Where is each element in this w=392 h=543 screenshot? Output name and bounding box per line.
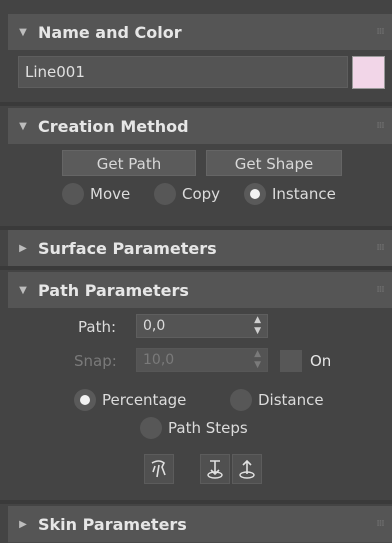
distance-radio[interactable]: Distance (230, 388, 324, 412)
snap-on-label: On (310, 352, 332, 370)
rollout-header-creation-method[interactable]: ▼ Creation Method ⁞⁞⁞ (8, 108, 392, 145)
percentage-label: Percentage (102, 391, 187, 409)
rollout-header-path-parameters[interactable]: ▼ Path Parameters ⁞⁞⁞ (8, 272, 392, 309)
snap-value: 10,0 (143, 352, 175, 368)
drag-grip-icon[interactable]: ⁞⁞⁞ (368, 519, 392, 529)
percentage-radio[interactable]: Percentage (74, 388, 186, 412)
copy-radio[interactable]: Copy (154, 182, 220, 206)
collapse-arrow-icon: ▼ (19, 284, 27, 296)
rollout-title: Creation Method (38, 116, 189, 136)
radio-selected-icon (244, 183, 266, 205)
radio-circle-icon (154, 183, 176, 205)
drag-grip-icon[interactable]: ⁞⁞⁞ (368, 121, 392, 131)
spinner-arrows-icon[interactable]: ▲ ▼ (254, 349, 261, 371)
drag-grip-icon[interactable]: ⁞⁞⁞ (368, 285, 392, 295)
instance-label: Instance (272, 185, 336, 203)
rollout-header-skin-parameters[interactable]: ▶ Skin Parameters ⁞⁞⁞ (8, 506, 392, 543)
copy-label: Copy (182, 185, 221, 203)
name-and-color-panel: Line001 (8, 50, 392, 98)
path-label: Path: (78, 318, 117, 336)
get-path-button[interactable]: Get Path (62, 150, 196, 176)
drag-grip-icon[interactable]: ⁞⁞⁞ (368, 243, 392, 253)
pick-shape-icon[interactable] (144, 454, 174, 484)
get-shape-button[interactable]: Get Shape (206, 150, 342, 176)
creation-method-panel: Get Path Get Shape Move Copy Instance (8, 144, 392, 226)
collapse-arrow-icon: ▼ (19, 120, 27, 132)
path-spinner[interactable]: 0,0 ▲ ▼ (136, 314, 268, 338)
rollout-title: Path Parameters (38, 280, 189, 300)
collapse-arrow-icon: ▼ (19, 26, 27, 38)
move-radio[interactable]: Move (62, 182, 130, 206)
drag-grip-icon[interactable]: ⁞⁞⁞ (368, 27, 392, 37)
rollout-header-name-and-color[interactable]: ▼ Name and Color ⁞⁞⁞ (8, 14, 392, 51)
path-value: 0,0 (143, 318, 166, 334)
spinner-arrows-icon[interactable]: ▲ ▼ (254, 315, 261, 337)
snap-on-checkbox[interactable] (280, 350, 302, 372)
next-shape-icon[interactable] (232, 454, 262, 484)
object-name-field[interactable]: Line001 (18, 56, 348, 88)
path-steps-radio[interactable]: Path Steps (140, 416, 248, 440)
distance-label: Distance (258, 391, 324, 409)
expand-arrow-icon: ▶ (19, 518, 27, 530)
object-color-swatch[interactable] (352, 56, 385, 89)
rollout-header-surface-parameters[interactable]: ▶ Surface Parameters ⁞⁞⁞ (8, 230, 392, 267)
rollout-title: Skin Parameters (38, 514, 187, 534)
instance-radio[interactable]: Instance (244, 182, 336, 206)
rollout-title: Name and Color (38, 22, 182, 42)
snap-spinner[interactable]: 10,0 ▲ ▼ (136, 348, 268, 372)
radio-circle-icon (230, 389, 252, 411)
path-steps-label: Path Steps (168, 419, 248, 437)
expand-arrow-icon: ▶ (19, 242, 27, 254)
snap-label: Snap: (74, 352, 117, 370)
path-parameters-panel: Path: 0,0 ▲ ▼ Snap: 10,0 ▲ ▼ On Percentage… (8, 308, 392, 500)
previous-shape-icon[interactable] (200, 454, 230, 484)
rollout-title: Surface Parameters (38, 238, 217, 258)
radio-selected-icon (74, 389, 96, 411)
radio-circle-icon (140, 417, 162, 439)
move-label: Move (90, 185, 131, 203)
radio-circle-icon (62, 183, 84, 205)
